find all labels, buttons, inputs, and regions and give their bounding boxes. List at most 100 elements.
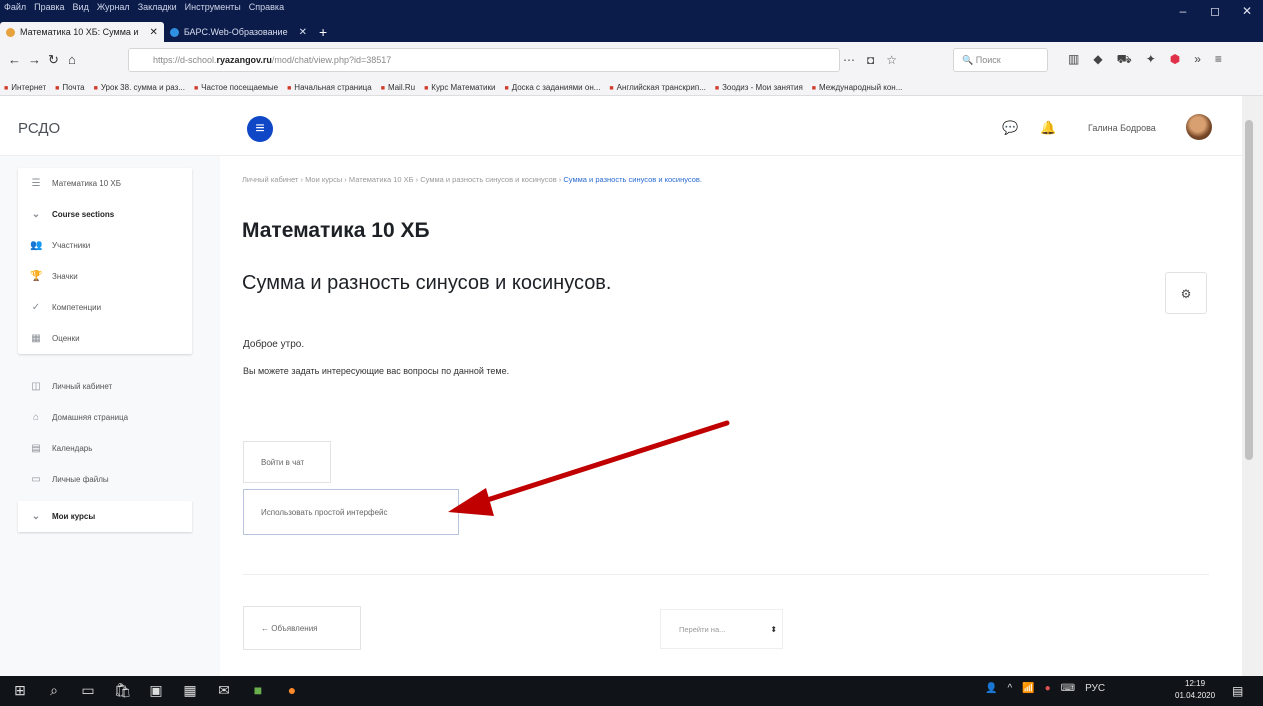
sidebar-item[interactable]: ◫ Личный кабинет <box>18 371 192 402</box>
close-window-button[interactable]: ✕ <box>1231 0 1263 22</box>
bookmark-item[interactable]: Международный кон... <box>812 83 902 92</box>
bookmark-item[interactable]: Английская транскрип... <box>609 83 706 92</box>
bookmark-item[interactable]: Интернет <box>4 83 46 92</box>
sidebar-item-icon: ☰ <box>31 178 41 189</box>
back-arrow-icon[interactable]: ← <box>8 52 21 67</box>
minimize-button[interactable]: – <box>1167 0 1199 22</box>
network-icon[interactable]: 📶 <box>1022 683 1034 694</box>
tab-bars-web[interactable]: БАРС.Web-Образование ✕ <box>164 22 313 42</box>
overflow-icon[interactable]: » <box>1194 52 1201 68</box>
store-icon[interactable]: 🛍 <box>114 681 132 699</box>
start-windows-icon[interactable]: ⊞ <box>12 681 28 699</box>
site-nav-card: ◫ Личный кабинет ⌂ Домашняя страница ▤ Календ… <box>18 371 192 532</box>
menu-item[interactable]: Вид <box>73 2 89 16</box>
sidebar-item[interactable]: 🏆 Значки <box>18 261 192 292</box>
bookmark-item[interactable]: Mail.Ru <box>381 83 415 92</box>
avatar[interactable] <box>1186 114 1212 140</box>
drawer-toggle-button[interactable]: ≡ <box>247 116 273 142</box>
jump-to-select[interactable]: Перейти на... ⬍ <box>660 609 783 649</box>
url-bar[interactable]: https://d-school.ryazangov.ru/mod/chat/v… <box>128 48 840 72</box>
tray-chevron-icon[interactable]: ^ <box>1007 683 1012 694</box>
shield-icon[interactable]: ⬢ <box>1170 52 1180 68</box>
bookmark-item[interactable]: Доска с заданиями он... <box>504 83 601 92</box>
notifications-bell-icon[interactable]: 🔔 <box>1040 120 1056 136</box>
menu-item[interactable]: Справка <box>249 2 284 16</box>
bookmark-item[interactable]: Курс Математики <box>424 83 495 92</box>
messages-icon[interactable]: 💬 <box>1002 120 1018 136</box>
search-input[interactable]: 🔍 Поиск <box>953 48 1048 72</box>
jump-to-label: Перейти на... <box>679 624 726 634</box>
sidebar-item[interactable]: ⌂ Домашняя страница <box>18 402 192 433</box>
reload-icon[interactable]: ↻ <box>48 52 59 68</box>
sidebar-item[interactable]: ☰ Математика 10 ХБ <box>18 168 192 199</box>
browser-titlebar: Файл Правка Вид Журнал Закладки Инструменты Сп… <box>0 0 1263 42</box>
simple-interface-link[interactable]: Использовать простой интерфейс <box>243 489 459 535</box>
clock[interactable]: 12:19 01.04.2020 <box>1175 678 1215 702</box>
moodle-navbar: РСДО ≡ 💬 🔔 Галина Бодрова <box>0 96 1242 156</box>
task-view-icon[interactable]: ▭ <box>80 681 96 699</box>
maximize-button[interactable]: ◻ <box>1199 0 1231 22</box>
extension-icon[interactable]: ◆ <box>1093 52 1102 68</box>
bookmark-item[interactable]: Почта <box>55 83 84 92</box>
hamburger-menu-icon[interactable]: ≡ <box>1215 52 1222 68</box>
enter-chat-link[interactable]: Войти в чат <box>243 441 331 483</box>
sidebar-item[interactable]: ⌄ Мои курсы <box>18 501 192 532</box>
close-tab-icon[interactable]: ✕ <box>149 27 157 38</box>
cart-icon[interactable]: ⛟ <box>1117 52 1132 68</box>
sidebar-item[interactable]: 👥 Участники <box>18 230 192 261</box>
intro-greeting: Доброе утро. <box>243 339 305 350</box>
sidebar-item-label: Значки <box>52 272 78 281</box>
menu-item[interactable]: Закладки <box>138 2 177 16</box>
breadcrumb-path[interactable]: Личный кабинет › Мои курсы › Математика … <box>242 175 561 184</box>
sidebar-item[interactable]: ▭ Личные файлы <box>18 464 192 495</box>
close-tab-icon[interactable]: ✕ <box>299 27 307 38</box>
menu-item[interactable]: Журнал <box>97 2 130 16</box>
antivirus-icon[interactable]: ● <box>1045 683 1051 694</box>
home-icon[interactable]: ⌂ <box>68 52 76 67</box>
bookmark-item[interactable]: Урок 38. сумма и раз... <box>94 83 185 92</box>
calculator-icon[interactable]: ▦ <box>182 681 198 699</box>
sidebar-item[interactable]: ▤ Календарь <box>18 433 192 464</box>
menu-item[interactable]: Файл <box>4 2 26 16</box>
bookmarks-bar: Интернет Почта Урок 38. сумма и раз... Част… <box>0 80 1263 96</box>
search-icon[interactable]: ⌕ <box>46 681 62 699</box>
minecraft-icon[interactable]: ■ <box>250 681 266 699</box>
sidebar-item-icon: ⌂ <box>32 412 40 423</box>
sidebar-item[interactable]: ✓ Компетенции <box>18 292 192 323</box>
pocket-icon[interactable]: ◘ <box>867 53 874 67</box>
url-path: /mod/chat/view.php?id=38517 <box>271 55 392 65</box>
sidebar-item[interactable]: ▦ Оценки <box>18 323 192 354</box>
window-controls: – ◻ ✕ <box>1167 0 1263 22</box>
sidebar-item-label: Оценки <box>52 334 80 343</box>
keyboard-icon[interactable]: ⌨ <box>1061 683 1075 694</box>
new-tab-button[interactable]: + <box>313 22 333 42</box>
notification-center-icon[interactable]: ▤ <box>1232 684 1243 698</box>
scrollbar-thumb[interactable] <box>1245 120 1253 460</box>
menu-item[interactable]: Правка <box>34 2 64 16</box>
nav-drawer: ☰ Математика 10 ХБ ⌄ Course sections 👥 Участн… <box>0 156 220 676</box>
user-menu-name[interactable]: Галина Бодрова <box>1088 123 1156 133</box>
sidebar-item[interactable]: ⌄ Course sections <box>18 199 192 230</box>
bookmark-item[interactable]: Зоодиз - Мои занятия <box>715 83 803 92</box>
photos-icon[interactable]: ▣ <box>148 681 164 699</box>
sidebar-item-label: Личные файлы <box>52 475 109 484</box>
bookmark-item[interactable]: Частое посещаемые <box>194 83 278 92</box>
addon-icon[interactable]: ✦ <box>1146 52 1156 68</box>
page-actions-icon[interactable]: ⋯ <box>843 53 855 67</box>
tab-strip: Математика 10 ХБ: Сумма и ✕ БАРС.Web-Обр… <box>0 22 333 42</box>
settings-gear-button[interactable]: ⚙ <box>1165 272 1207 314</box>
bookmark-item[interactable]: Начальная страница <box>287 83 371 92</box>
firefox-icon[interactable]: ● <box>284 681 300 699</box>
forward-arrow-icon[interactable]: → <box>28 52 41 67</box>
previous-activity-link[interactable]: ← Объявления <box>243 606 361 650</box>
bookmark-star-icon[interactable]: ☆ <box>886 53 897 67</box>
menu-item[interactable]: Инструменты <box>185 2 241 16</box>
tab-moodle-chat[interactable]: Математика 10 ХБ: Сумма и ✕ <box>0 22 164 42</box>
mail-icon[interactable]: ✉ <box>216 681 232 699</box>
language-indicator[interactable]: РУС <box>1085 683 1105 694</box>
sidebar-item-icon: ▭ <box>31 474 41 485</box>
site-brand[interactable]: РСДО <box>18 120 60 137</box>
people-icon[interactable]: 👤 <box>985 683 997 694</box>
library-icon[interactable]: ▥ <box>1068 52 1079 68</box>
breadcrumb-current[interactable]: Сумма и разность синусов и косинусов. <box>563 175 702 184</box>
